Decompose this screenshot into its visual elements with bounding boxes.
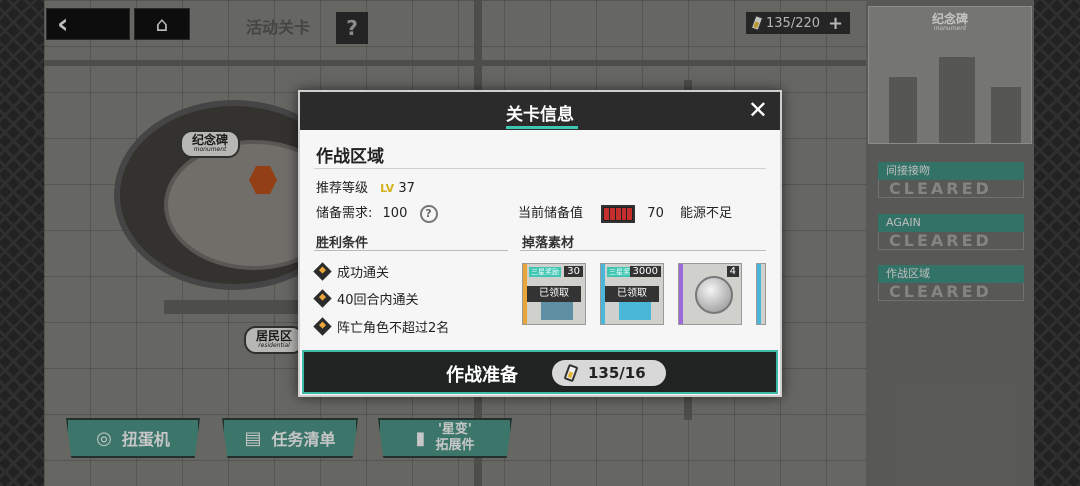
close-icon[interactable]: ✕	[748, 96, 768, 124]
recommended-level-label: 推荐等级	[316, 181, 369, 196]
energy-bottle-icon	[563, 363, 579, 383]
recommended-level: 推荐等级 LV 37	[316, 177, 415, 196]
condition-item: 成功通关	[313, 262, 390, 281]
divider	[314, 250, 508, 251]
drop-item[interactable]: 三星奖励 30 已领取	[522, 263, 586, 325]
diamond-bullet-icon	[313, 317, 332, 336]
condition-text: 阵亡角色不超过2名	[337, 321, 450, 336]
reserve-requirement: 储备需求: 100 ?	[316, 202, 438, 223]
reserve-need-label: 储备需求:	[316, 206, 373, 221]
energy-cost: 135/16	[552, 360, 666, 386]
drop-quantity: 30	[564, 266, 583, 277]
level-value: 37	[398, 181, 415, 196]
divider	[314, 168, 766, 169]
current-reserve-value: 70	[647, 206, 664, 221]
drops-title: 掉落素材	[522, 236, 575, 251]
condition-text: 40回合内通关	[337, 293, 419, 308]
reserve-need-value: 100	[382, 206, 408, 221]
current-reserve-label: 当前储备值	[518, 206, 584, 221]
condition-text: 成功通关	[337, 266, 390, 281]
condition-item: 40回合内通关	[313, 289, 419, 308]
modal-title-underline	[506, 126, 578, 129]
diamond-bullet-icon	[313, 262, 332, 281]
diamond-bullet-icon	[313, 289, 332, 308]
zone-name: 作战区域	[316, 147, 384, 167]
drop-item[interactable]: 三星奖励 3000 已领取	[600, 263, 664, 325]
drop-item-partial[interactable]	[756, 263, 766, 325]
start-battle-button[interactable]: 作战准备 135/16	[302, 350, 778, 394]
drop-item[interactable]: 4	[678, 263, 742, 325]
coin-icon	[695, 276, 733, 314]
question-icon[interactable]: ?	[419, 204, 438, 223]
condition-item: 阵亡角色不超过2名	[313, 317, 450, 336]
victory-conditions-title: 胜利条件	[316, 236, 369, 251]
start-battle-label: 作战准备	[446, 365, 518, 386]
stage-info-modal: 关卡信息 ✕ 作战区域 推荐等级 LV 37 储备需求: 100 ? 当前储备值…	[298, 90, 782, 397]
level-prefix: LV	[380, 182, 395, 195]
modal-title: 关卡信息	[506, 105, 574, 125]
drop-claimed: 已领取	[527, 286, 581, 302]
energy-cost-value: 135/16	[588, 364, 646, 382]
insufficient-text: 能源不足	[679, 206, 732, 221]
modal-header: 关卡信息 ✕	[300, 92, 780, 130]
divider	[520, 250, 766, 251]
rarity-edge	[757, 264, 761, 324]
battery-icon	[601, 204, 636, 223]
drop-quantity: 4	[726, 266, 739, 277]
drop-quantity: 3000	[629, 266, 661, 277]
drop-badge: 三星奖励	[529, 267, 561, 277]
current-reserve: 当前储备值 70 能源不足	[518, 202, 732, 223]
drop-claimed: 已领取	[605, 286, 659, 302]
rarity-edge	[679, 264, 683, 324]
